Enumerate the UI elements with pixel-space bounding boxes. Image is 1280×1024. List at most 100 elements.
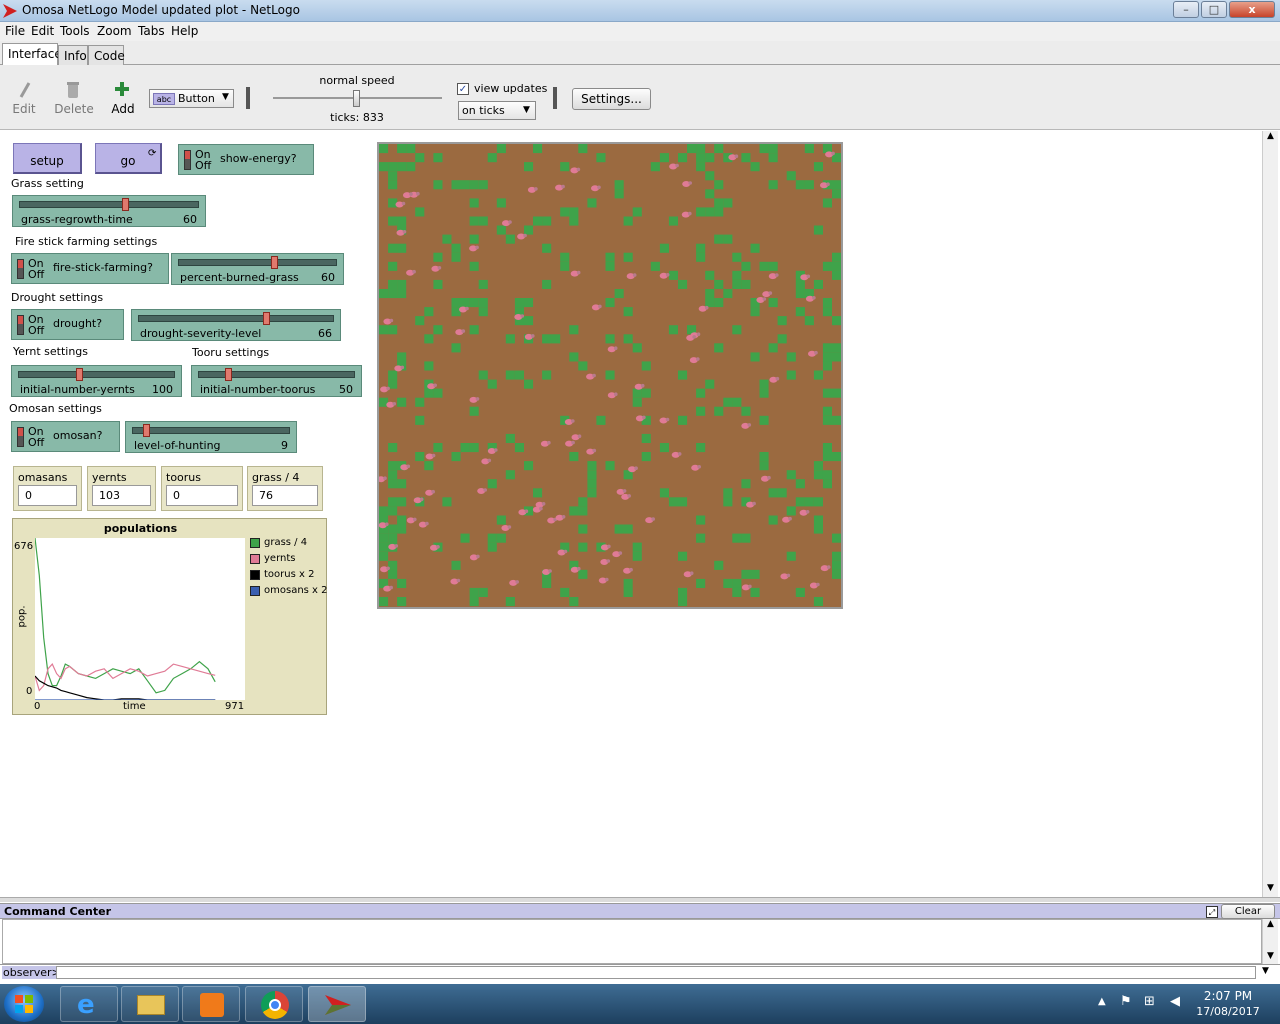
menu-edit[interactable]: Edit (31, 24, 54, 38)
menu-zoom[interactable]: Zoom (97, 24, 132, 38)
chevron-down-icon[interactable]: ▼ (1262, 966, 1269, 976)
interface-scrollbar[interactable]: ▲ ▼ (1262, 131, 1278, 897)
drought-severity-slider[interactable]: drought-severity-level 66 (131, 309, 341, 341)
minimize-button[interactable]: – (1173, 1, 1199, 18)
show-energy-switch[interactable]: On Off show-energy? (178, 144, 314, 175)
taskbar-ie[interactable]: e (60, 986, 118, 1022)
command-output[interactable] (2, 919, 1262, 964)
add-button[interactable]: Add (108, 102, 138, 116)
slider-track[interactable] (18, 371, 175, 378)
title-bar[interactable]: Omosa NetLogo Model updated plot - NetLo… (0, 0, 1280, 22)
switch-toggle[interactable] (17, 427, 24, 447)
scroll-down-icon[interactable]: ▼ (1267, 883, 1274, 893)
grass-patch (714, 207, 724, 217)
slider-knob[interactable] (143, 424, 150, 437)
grass-patch (379, 542, 389, 552)
close-button[interactable]: x (1229, 1, 1275, 18)
volume-icon[interactable]: ◀ (1170, 994, 1180, 1009)
slider-knob[interactable] (122, 198, 129, 211)
expand-icon[interactable]: ⤢ (1206, 906, 1218, 918)
level-of-hunting-slider[interactable]: level-of-hunting 9 (125, 421, 297, 453)
taskbar-media-player[interactable] (182, 986, 240, 1022)
show-hidden-icons[interactable]: ▲ (1098, 996, 1106, 1007)
slider-track[interactable] (138, 315, 334, 322)
go-button[interactable]: go ⟳ (95, 143, 162, 174)
slider-knob[interactable] (263, 312, 270, 325)
initial-yernts-slider[interactable]: initial-number-yernts 100 (11, 365, 182, 397)
settings-button[interactable]: Settings... (572, 88, 651, 110)
grass-patch (388, 162, 398, 172)
tab-info[interactable]: Info (58, 45, 88, 65)
speed-slider-thumb[interactable] (353, 90, 360, 107)
omosan-switch[interactable]: On Off omosan? (11, 421, 120, 452)
fire-stick-switch[interactable]: On Off fire-stick-farming? (11, 253, 169, 284)
tab-code[interactable]: Code (88, 45, 125, 65)
switch-toggle[interactable] (17, 259, 24, 279)
scroll-up-icon[interactable]: ▲ (1267, 919, 1274, 929)
setup-button[interactable]: setup (13, 143, 82, 174)
clear-button[interactable]: Clear (1221, 904, 1275, 919)
grass-patch (388, 461, 398, 471)
grass-patch (641, 361, 651, 371)
command-scrollbar[interactable]: ▲ ▼ (1262, 919, 1278, 964)
update-mode-dropdown[interactable]: on ticks ▼ (458, 101, 536, 120)
network-icon[interactable]: ⊞ (1144, 994, 1155, 1009)
start-button[interactable] (4, 986, 44, 1022)
taskbar: e ▲ ⚑ ⊞ ◀ 2:07 PM 17/08/2017 (0, 984, 1280, 1024)
edit-button[interactable]: Edit (6, 102, 42, 116)
grass-patch (714, 279, 724, 289)
maximize-button[interactable]: □ (1201, 1, 1227, 18)
taskbar-chrome[interactable] (245, 986, 303, 1022)
clock-time[interactable]: 2:07 PM (1190, 989, 1266, 1003)
action-center-flag-icon[interactable]: ⚑ (1120, 994, 1132, 1009)
switch-toggle[interactable] (184, 150, 191, 170)
populations-plot[interactable]: populations 676 0 pop. 0 time 971 grass … (12, 518, 328, 715)
menu-file[interactable]: File (5, 24, 25, 38)
percent-burned-slider[interactable]: percent-burned-grass 60 (171, 253, 344, 285)
yernt-agent (400, 464, 411, 471)
initial-toorus-slider[interactable]: initial-number-toorus 50 (191, 365, 362, 397)
scroll-down-icon[interactable]: ▼ (1267, 951, 1274, 961)
slider-knob[interactable] (225, 368, 232, 381)
grass-patch (388, 243, 398, 253)
slider-track[interactable] (198, 371, 355, 378)
grass-patch (659, 443, 669, 453)
grass-patch (623, 334, 633, 344)
widget-type-dropdown[interactable]: abc Button ▼ (149, 89, 234, 108)
slider-track[interactable] (19, 201, 199, 208)
grass-patch (505, 470, 515, 480)
world-view[interactable] (377, 142, 843, 609)
taskbar-netlogo[interactable] (308, 986, 366, 1022)
scroll-up-icon[interactable]: ▲ (1267, 131, 1274, 141)
grass-patch (832, 551, 842, 561)
grass-patch (388, 180, 398, 190)
yernt-agent (691, 464, 701, 471)
grass-patch (822, 307, 832, 317)
grass-patch (741, 533, 751, 543)
yernt-agent (481, 458, 492, 465)
grass-regrowth-slider[interactable]: grass-regrowth-time 60 (12, 195, 206, 227)
grass-patch (605, 298, 615, 308)
slider-knob[interactable] (271, 256, 278, 269)
drought-switch[interactable]: On Off drought? (11, 309, 124, 340)
world-svg[interactable] (377, 144, 842, 607)
menu-tools[interactable]: Tools (60, 24, 90, 38)
delete-button[interactable]: Delete (54, 102, 94, 116)
command-center-header: Command Center ⤢ Clear (0, 903, 1280, 919)
view-updates-checkbox[interactable]: ✓ (457, 83, 469, 95)
agent-selector[interactable]: observer> (2, 966, 62, 979)
clock-date[interactable]: 17/08/2017 (1190, 1005, 1266, 1018)
slider-track[interactable] (132, 427, 290, 434)
menu-help[interactable]: Help (171, 24, 198, 38)
slider-knob[interactable] (76, 368, 83, 381)
splitter[interactable] (0, 897, 1280, 902)
command-input[interactable] (56, 966, 1256, 979)
yernt-agent (450, 578, 461, 585)
slider-track[interactable] (178, 259, 337, 266)
switch-toggle[interactable] (17, 315, 24, 335)
menu-tabs[interactable]: Tabs (138, 24, 165, 38)
switch-label: omosan? (53, 429, 103, 442)
tab-interface[interactable]: Interface (2, 43, 62, 66)
grass-patch (487, 542, 497, 552)
taskbar-explorer[interactable] (121, 986, 179, 1022)
